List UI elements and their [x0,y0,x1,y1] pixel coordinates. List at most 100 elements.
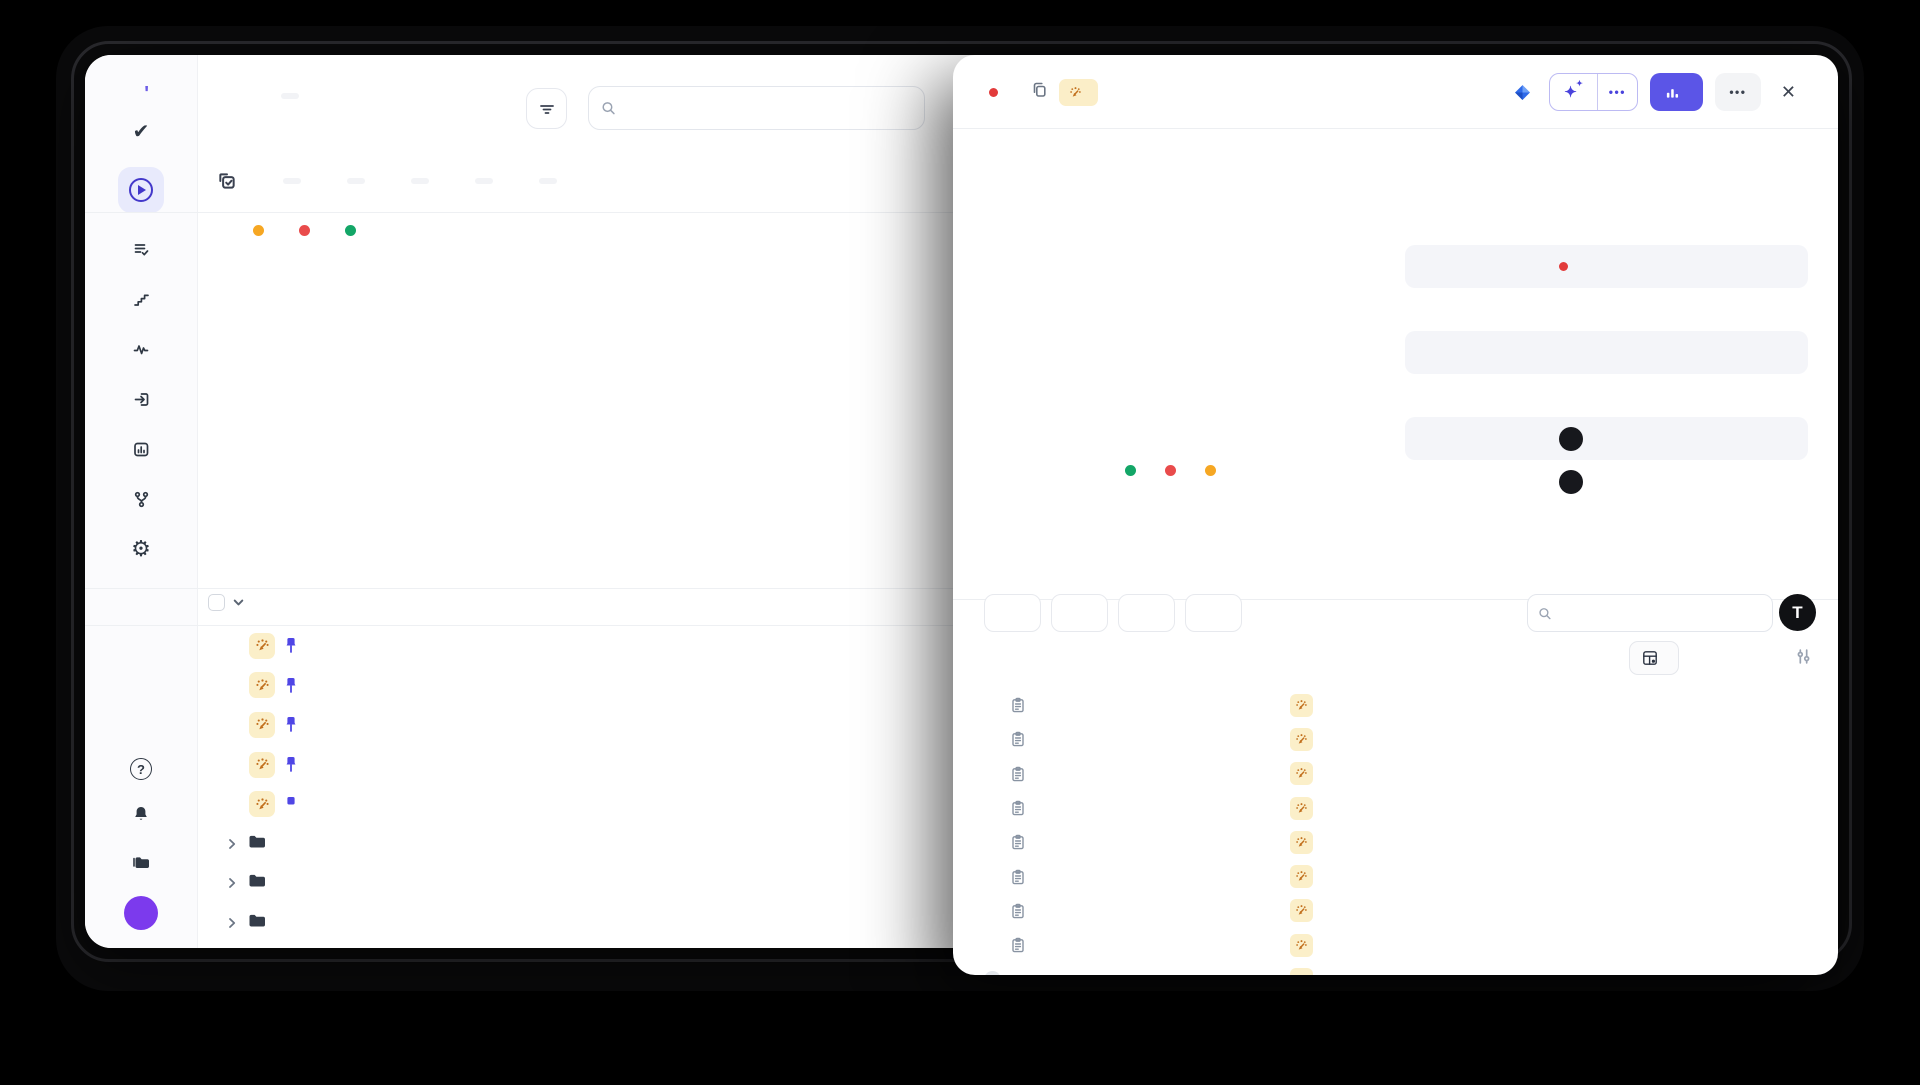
list-check-icon[interactable] [127,235,155,263]
panel-header: ✦ ••• ••• ✕ [953,55,1838,129]
chevron-right-icon[interactable] [226,917,238,929]
tests-icon[interactable]: ✔ [127,117,155,145]
tab-manual-count [283,178,301,184]
tab-manual[interactable] [275,178,301,184]
test-row[interactable] [953,791,1838,825]
test-status-icon [984,731,1001,748]
test-row[interactable] [953,688,1838,722]
activity-pulse-icon[interactable] [127,335,155,363]
pin-icon [284,796,298,813]
run-state-icon [220,636,240,656]
branch-icon[interactable] [127,485,155,513]
passed-dot-icon [1125,465,1136,476]
chevron-right-icon[interactable] [226,838,238,850]
legend-failed [299,225,319,236]
pin-icon [284,637,298,654]
copy-icon[interactable] [1031,81,1048,103]
chart-legend [253,225,365,236]
test-status-icon [984,868,1001,885]
clipboard-icon [1010,903,1026,919]
folder-icon [247,872,267,894]
manual-cursor-icon [1290,865,1313,888]
status-filter-chips [984,594,1242,632]
assistant-logo[interactable]: T [1779,594,1816,631]
run-summary-more-button[interactable]: ••• [1597,74,1637,110]
clipboard-icon [1010,834,1026,850]
chip-skipped[interactable] [1118,594,1175,632]
manual-cursor-icon [1290,968,1313,975]
select-all-checkbox[interactable] [208,594,225,611]
tests-search-box[interactable] [1527,594,1773,632]
chevron-right-icon[interactable] [226,877,238,889]
test-status-icon [984,765,1001,782]
pin-icon [284,756,298,773]
skipped-dot-icon [253,225,264,236]
tests-list [953,688,1838,975]
tab-unfinished-count [475,178,493,184]
runs-line-chart [200,245,1060,520]
folder-icon [247,833,267,855]
legend-passed [345,225,365,236]
chip-failed[interactable] [1051,594,1108,632]
sort-by-row [984,647,1019,649]
manual-cursor-icon [1290,899,1313,922]
report-button[interactable] [1650,73,1703,111]
tab-mixed[interactable] [403,178,429,184]
tab-automated-count [347,178,365,184]
manual-cursor-icon [1290,694,1313,717]
info-row-executed-by [1405,417,1808,460]
search-box[interactable] [588,86,925,130]
diamond-icon [1514,84,1531,101]
manual-cursor-icon [249,672,275,698]
tab-groups[interactable] [531,178,557,184]
pin-icon [284,716,298,733]
analytics-icon[interactable] [127,435,155,463]
more-options-button[interactable]: ••• [1715,73,1761,111]
test-row[interactable] [953,894,1838,928]
test-status-icon [984,937,1001,954]
sparkles-icon: ✦ [1564,83,1577,101]
filter-button[interactable] [526,88,567,129]
test-row[interactable] [953,722,1838,756]
import-icon[interactable] [127,385,155,413]
custom-view-button[interactable] [1629,641,1679,675]
donut-legend [953,465,1397,476]
test-row[interactable] [953,757,1838,791]
clipboard-icon [1010,800,1026,816]
close-icon[interactable]: ✕ [1781,82,1796,103]
test-status-icon [984,902,1001,919]
clipboard-icon [1010,869,1026,885]
run-type-tabs [217,159,557,203]
select-all-icon[interactable] [217,171,237,191]
chip-passed[interactable] [984,594,1041,632]
failed-dot-icon [1559,262,1568,271]
tab-automated[interactable] [339,178,365,184]
tab-unfinished[interactable] [467,178,493,184]
sliders-icon[interactable] [1795,648,1812,670]
test-row-partial [953,962,1838,975]
run-state-icon [220,715,240,735]
panel-tabs [1008,558,1068,572]
filter-icon [538,100,556,118]
chip-failed-count [1072,602,1095,625]
tests-search-input[interactable] [1560,605,1762,621]
steps-icon[interactable] [127,285,155,313]
info-row-created-by [1405,460,1808,503]
test-row[interactable] [953,859,1838,893]
sidebar-item-runs[interactable] [118,167,164,213]
chip-pending[interactable] [1185,594,1242,632]
passed-dot-icon [345,225,356,236]
manual-cursor-icon [249,752,275,778]
test-row[interactable] [953,825,1838,859]
clipboard-icon [1010,697,1026,713]
run-status-dot [989,88,998,97]
chevron-down-icon[interactable] [232,596,245,614]
search-input[interactable] [625,100,912,117]
failed-dot-icon [299,225,310,236]
run-state-icon [220,675,240,695]
info-row-executed [1405,374,1808,417]
manual-cursor-icon [1290,934,1313,957]
settings-gear-icon[interactable]: ⚙ [127,535,155,563]
run-summary-button[interactable]: ✦ ••• [1549,73,1638,111]
test-row[interactable] [953,928,1838,962]
